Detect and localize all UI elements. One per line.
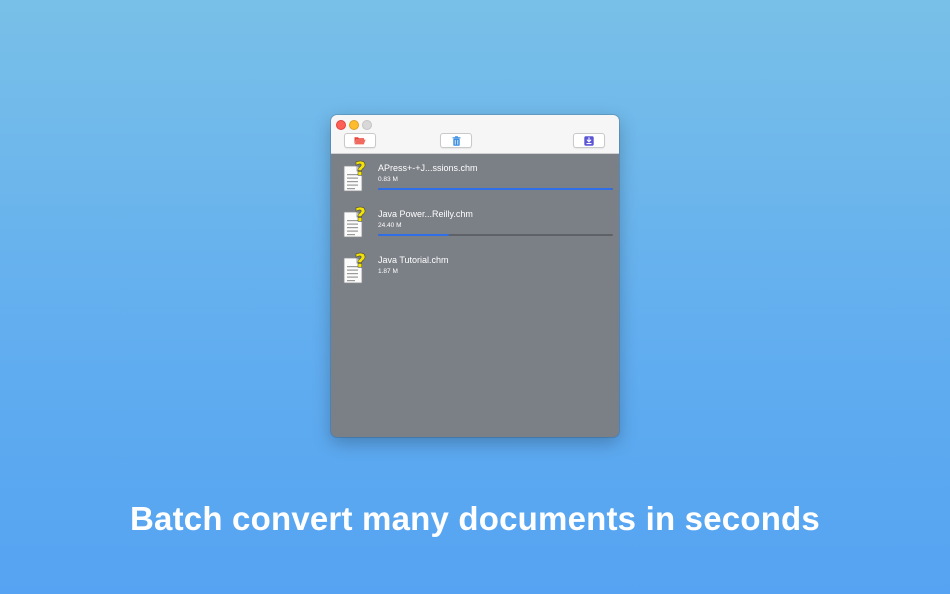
file-row[interactable]: ? Java Power...Reilly.chm 24.40 M	[331, 200, 619, 246]
unknown-document-icon: ?	[342, 158, 370, 192]
marketing-caption: Batch convert many documents in seconds	[130, 500, 820, 537]
progress-bar	[378, 188, 613, 190]
delete-button[interactable]	[440, 133, 472, 148]
app-window: ? APress+-+J...ssions.chm 0.83 M ? Java …	[331, 115, 619, 437]
close-window-button[interactable]	[336, 120, 346, 130]
file-row[interactable]: ? APress+-+J...ssions.chm 0.83 M	[331, 154, 619, 200]
svg-text:?: ?	[355, 158, 366, 180]
file-name: APress+-+J...ssions.chm	[378, 163, 478, 173]
progress-bar	[378, 234, 613, 236]
convert-button[interactable]	[573, 133, 605, 148]
titlebar-toolbar	[331, 115, 619, 154]
unknown-document-icon: ?	[342, 204, 370, 238]
progress-fill	[378, 188, 613, 190]
minimize-window-button[interactable]	[349, 120, 359, 130]
zoom-window-button[interactable]	[362, 120, 372, 130]
file-size: 1.87 M	[378, 268, 398, 275]
progress-fill	[378, 234, 449, 236]
file-size: 0.83 M	[378, 176, 398, 183]
file-row[interactable]: ? Java Tutorial.chm 1.87 M	[331, 246, 619, 292]
folder-open-icon	[354, 136, 366, 145]
svg-text:?: ?	[355, 204, 366, 226]
unknown-document-icon: ?	[342, 250, 370, 284]
file-name: Java Tutorial.chm	[378, 255, 449, 265]
convert-download-icon	[584, 135, 594, 146]
file-list[interactable]: ? APress+-+J...ssions.chm 0.83 M ? Java …	[331, 154, 619, 292]
svg-text:?: ?	[355, 250, 366, 272]
trash-icon	[452, 135, 461, 146]
file-name: Java Power...Reilly.chm	[378, 209, 473, 219]
file-size: 24.40 M	[378, 222, 402, 229]
open-files-button[interactable]	[344, 133, 376, 148]
